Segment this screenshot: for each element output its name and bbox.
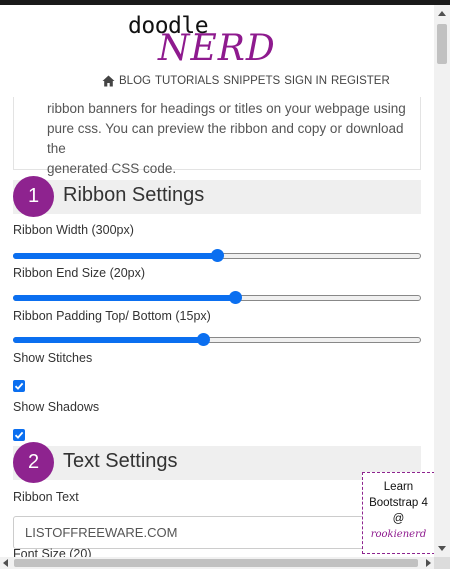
scroll-left-arrow-icon[interactable] xyxy=(3,559,8,567)
scrollbar-corner xyxy=(434,557,450,569)
slider-fill xyxy=(13,253,217,259)
ribbon-text-label: Ribbon Text xyxy=(13,490,79,504)
show-stitches-label: Show Stitches xyxy=(13,351,93,365)
section-title: Ribbon Settings xyxy=(63,184,205,206)
nav-item-sign-in[interactable]: SIGN IN xyxy=(284,75,327,87)
show-stitches-checkbox[interactable] xyxy=(13,380,25,392)
checkmark-icon xyxy=(14,431,24,439)
ribbon-width-slider[interactable] xyxy=(13,248,421,264)
nav-item-snippets[interactable]: SNIPPETS xyxy=(223,75,280,87)
intro-text: ribbon banners for headings or titles on… xyxy=(13,89,421,176)
section-ribbon-settings: 1 Ribbon Settings xyxy=(13,176,421,217)
nav-item-tutorials[interactable]: TUTORIALS xyxy=(155,75,219,87)
section-number-badge: 2 xyxy=(13,442,54,483)
ribbon-text-input[interactable]: LISTOFFREEWARE.COM xyxy=(13,516,421,549)
logo-nerd[interactable]: NERD xyxy=(158,28,276,69)
section-number-badge: 1 xyxy=(13,176,54,217)
bootstrap-promo[interactable]: Learn Bootstrap 4 @ rookienerd xyxy=(362,472,434,554)
ribbon-padding-slider[interactable] xyxy=(13,332,421,348)
slider-thumb[interactable] xyxy=(196,333,210,346)
slider-fill xyxy=(13,295,236,301)
scrollbar-thumb[interactable] xyxy=(14,559,418,567)
font-size-label: Font Size (20) xyxy=(13,547,92,557)
scroll-up-arrow-icon[interactable] xyxy=(438,11,446,16)
show-shadows-label: Show Shadows xyxy=(13,400,100,414)
home-icon[interactable] xyxy=(102,75,115,87)
page-viewport: ribbon banners for headings or titles on… xyxy=(0,5,434,557)
section-title: Text Settings xyxy=(63,450,178,472)
vertical-scrollbar[interactable] xyxy=(434,5,450,557)
show-shadows-checkbox[interactable] xyxy=(13,429,25,441)
horizontal-scrollbar[interactable] xyxy=(0,557,434,569)
main-nav: BLOG TUTORIALS SNIPPETS SIGN IN REGISTER xyxy=(102,75,390,87)
nav-item-register[interactable]: REGISTER xyxy=(331,75,390,87)
ribbon-width-label: Ribbon Width (300px) xyxy=(13,223,134,237)
rookienerd-logo: rookienerd xyxy=(370,529,427,540)
site-header: doodle NERD BLOG TUTORIALS SNIPPETS SIGN… xyxy=(0,5,434,97)
slider-thumb[interactable] xyxy=(211,249,224,262)
nav-item-blog[interactable]: BLOG xyxy=(119,75,151,87)
scrollbar-thumb[interactable] xyxy=(437,24,447,64)
ribbon-padding-label: Ribbon Padding Top/ Bottom (15px) xyxy=(13,309,211,323)
scroll-right-arrow-icon[interactable] xyxy=(426,559,431,567)
checkmark-icon xyxy=(14,382,24,390)
ribbon-end-size-label: Ribbon End Size (20px) xyxy=(13,266,146,280)
ribbon-end-size-slider[interactable] xyxy=(13,290,421,306)
slider-thumb[interactable] xyxy=(229,291,243,304)
scroll-down-arrow-icon[interactable] xyxy=(438,546,446,551)
slider-fill xyxy=(13,337,203,343)
section-text-settings: 2 Text Settings xyxy=(13,442,421,483)
